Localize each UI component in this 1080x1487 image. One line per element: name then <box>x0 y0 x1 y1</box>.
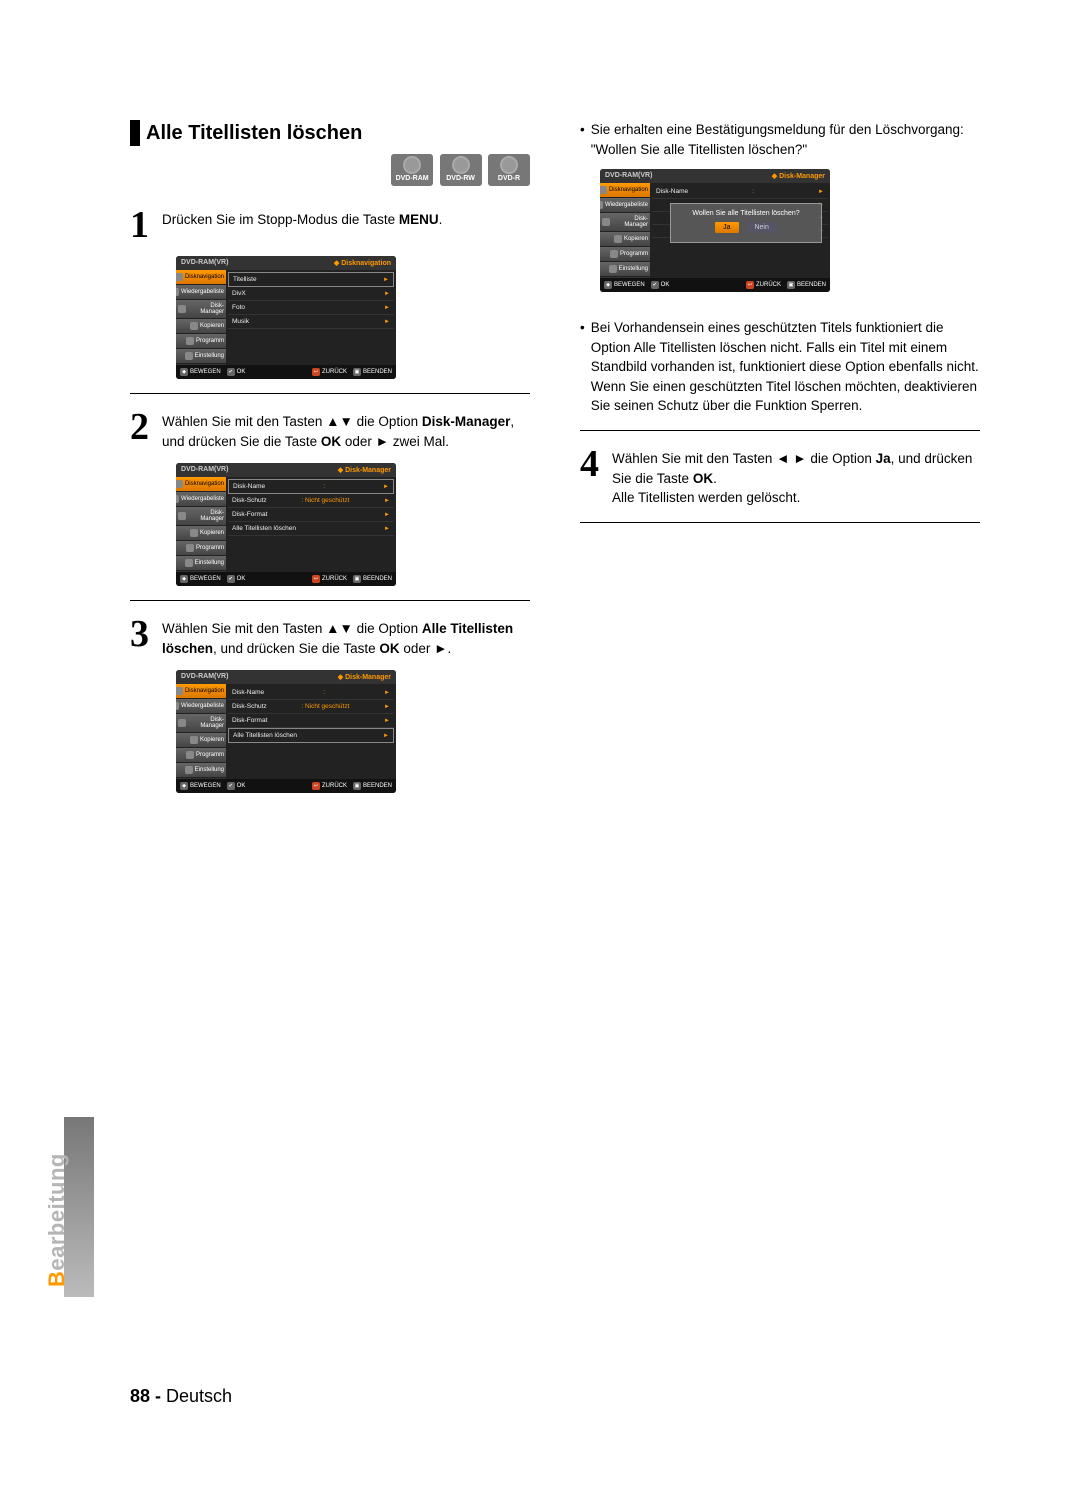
row-divx: DivX► <box>228 287 394 301</box>
dialog-no-button[interactable]: Nein <box>745 221 777 234</box>
disc-badge-dvd-rw: DVD-RW <box>440 154 482 186</box>
row-disk-format: Disk-Format► <box>228 714 394 728</box>
step-number: 3 <box>130 615 162 658</box>
row-disk-format: Disk-Format► <box>228 508 394 522</box>
screen-header-left: DVD-RAM(VR) <box>181 673 228 681</box>
divider <box>130 393 530 394</box>
screen-header-right: ◆Disknavigation <box>334 259 391 267</box>
screen-sidebar: Disknavigation Wiedergabeliste Disk-Mana… <box>176 270 226 365</box>
screen-header-left: DVD-RAM(VR) <box>181 466 228 474</box>
step-number: 2 <box>130 408 162 451</box>
section-heading: Alle Titellisten löschen <box>130 120 530 146</box>
row-musik: Musik► <box>228 315 394 329</box>
screen-footbar: ◆BEWEGEN ✔OK ↩ZURÜCK ▣BEENDEN <box>600 278 830 292</box>
disc-badge-dvd-r: DVD-R <box>488 154 530 186</box>
divider <box>130 600 530 601</box>
step-number: 1 <box>130 206 162 244</box>
sidebar-programm: Programm <box>176 334 226 349</box>
screenshot-confirm-dialog: DVD-RAM(VR) ◆Disk-Manager Disknavigation… <box>600 169 830 292</box>
screenshot-alle-titellisten-selected: DVD-RAM(VR) ◆Disk-Manager Disknavigation… <box>176 670 396 793</box>
screen-header-right: ◆Disk-Manager <box>338 466 391 474</box>
step-text: Drücken Sie im Stopp-Modus die Taste MEN… <box>162 206 442 244</box>
screen-header-left: DVD-RAM(VR) <box>605 172 652 180</box>
screen-sidebar: Disknavigation Wiedergabeliste Disk-Mana… <box>600 183 650 278</box>
confirm-dialog: Wollen Sie alle Titellisten löschen? Ja … <box>670 203 822 243</box>
row-alle-titellisten: Alle Titellisten löschen► <box>228 522 394 536</box>
screen-footbar: ◆BEWEGEN ✔OK ↩ZURÜCK ▣BEENDEN <box>176 572 396 586</box>
sidebar-einstellung: Einstellung <box>176 349 226 364</box>
dialog-yes-button[interactable]: Ja <box>714 221 739 234</box>
screen-footbar: ◆BEWEGEN ✔OK ↩ZURÜCK ▣BEENDEN <box>176 365 396 379</box>
bullet-protected-title: Bei Vorhandensein eines geschützten Tite… <box>594 318 980 416</box>
disc-badge-dvd-ram: DVD-RAM <box>391 154 433 186</box>
divider <box>580 522 980 523</box>
side-tab-label: Bearbeitung <box>44 1153 70 1287</box>
sidebar-disknavigation: Disknavigation <box>176 270 226 285</box>
sidebar-disk-manager: Disk-Manager <box>176 300 226 319</box>
screen-header-right: ◆Disk-Manager <box>772 172 825 180</box>
screen-header-right: ◆Disk-Manager <box>338 673 391 681</box>
page-language: Deutsch <box>161 1386 232 1406</box>
step-3: 3 Wählen Sie mit den Tasten ▲▼ die Optio… <box>130 615 530 658</box>
row-alle-titellisten-highlighted: Alle Titellisten löschen► <box>228 728 394 743</box>
step-2: 2 Wählen Sie mit den Tasten ▲▼ die Optio… <box>130 408 530 451</box>
screen-footbar: ◆BEWEGEN ✔OK ↩ZURÜCK ▣BEENDEN <box>176 779 396 793</box>
sidebar-wiedergabeliste: Wiedergabeliste <box>176 285 226 300</box>
dialog-text: Wollen Sie alle Titellisten löschen? <box>679 210 813 217</box>
row-disk-name: Disk-Name:► <box>228 686 394 700</box>
right-column: Sie erhalten eine Bestätigungsmeldung fü… <box>580 120 980 803</box>
step-text: Wählen Sie mit den Tasten ▲▼ die Option … <box>162 615 530 658</box>
section-bar-icon <box>130 120 140 146</box>
screen-main: Titelliste► DivX► Foto► Musik► <box>226 270 396 365</box>
screen-main: Disk-Name:► Disk-Schutz: Nicht geschützt… <box>226 684 396 779</box>
screenshot-disknavigation: DVD-RAM(VR) ◆Disknavigation Disknavigati… <box>176 256 396 379</box>
section-title: Alle Titellisten löschen <box>146 122 362 145</box>
row-titelliste: Titelliste► <box>228 272 394 287</box>
page-number: 88 - <box>130 1386 161 1406</box>
step-number: 4 <box>580 445 612 508</box>
row-disk-schutz: Disk-Schutz: Nicht geschützt► <box>228 700 394 714</box>
row-disk-name: Disk-Name:► <box>228 479 394 494</box>
screen-sidebar: Disknavigation Wiedergabeliste Disk-Mana… <box>176 477 226 572</box>
row-disk-schutz: Disk-Schutz: Nicht geschützt► <box>228 494 394 508</box>
step-text: Wählen Sie mit den Tasten ◄ ► die Option… <box>612 445 980 508</box>
sidebar-kopieren: Kopieren <box>176 319 226 334</box>
step-1: 1 Drücken Sie im Stopp-Modus die Taste M… <box>130 206 530 244</box>
screen-sidebar: Disknavigation Wiedergabeliste Disk-Mana… <box>176 684 226 779</box>
disc-compatibility-badges: DVD-RAM DVD-RW DVD-R <box>130 154 530 186</box>
step-4: 4 Wählen Sie mit den Tasten ◄ ► die Opti… <box>580 445 980 508</box>
screen-header-left: DVD-RAM(VR) <box>181 259 228 267</box>
step-text: Wählen Sie mit den Tasten ▲▼ die Option … <box>162 408 530 451</box>
bullet-confirm-message: Sie erhalten eine Bestätigungsmeldung fü… <box>594 120 980 159</box>
divider <box>580 430 980 431</box>
screen-main: Disk-Name:► Disk-Schutz: Nicht geschützt… <box>226 477 396 572</box>
page-footer: 88 - Deutsch <box>130 1386 232 1407</box>
screenshot-disk-manager: DVD-RAM(VR) ◆Disk-Manager Disknavigation… <box>176 463 396 586</box>
row-foto: Foto► <box>228 301 394 315</box>
left-column: Alle Titellisten löschen DVD-RAM DVD-RW … <box>130 120 530 803</box>
